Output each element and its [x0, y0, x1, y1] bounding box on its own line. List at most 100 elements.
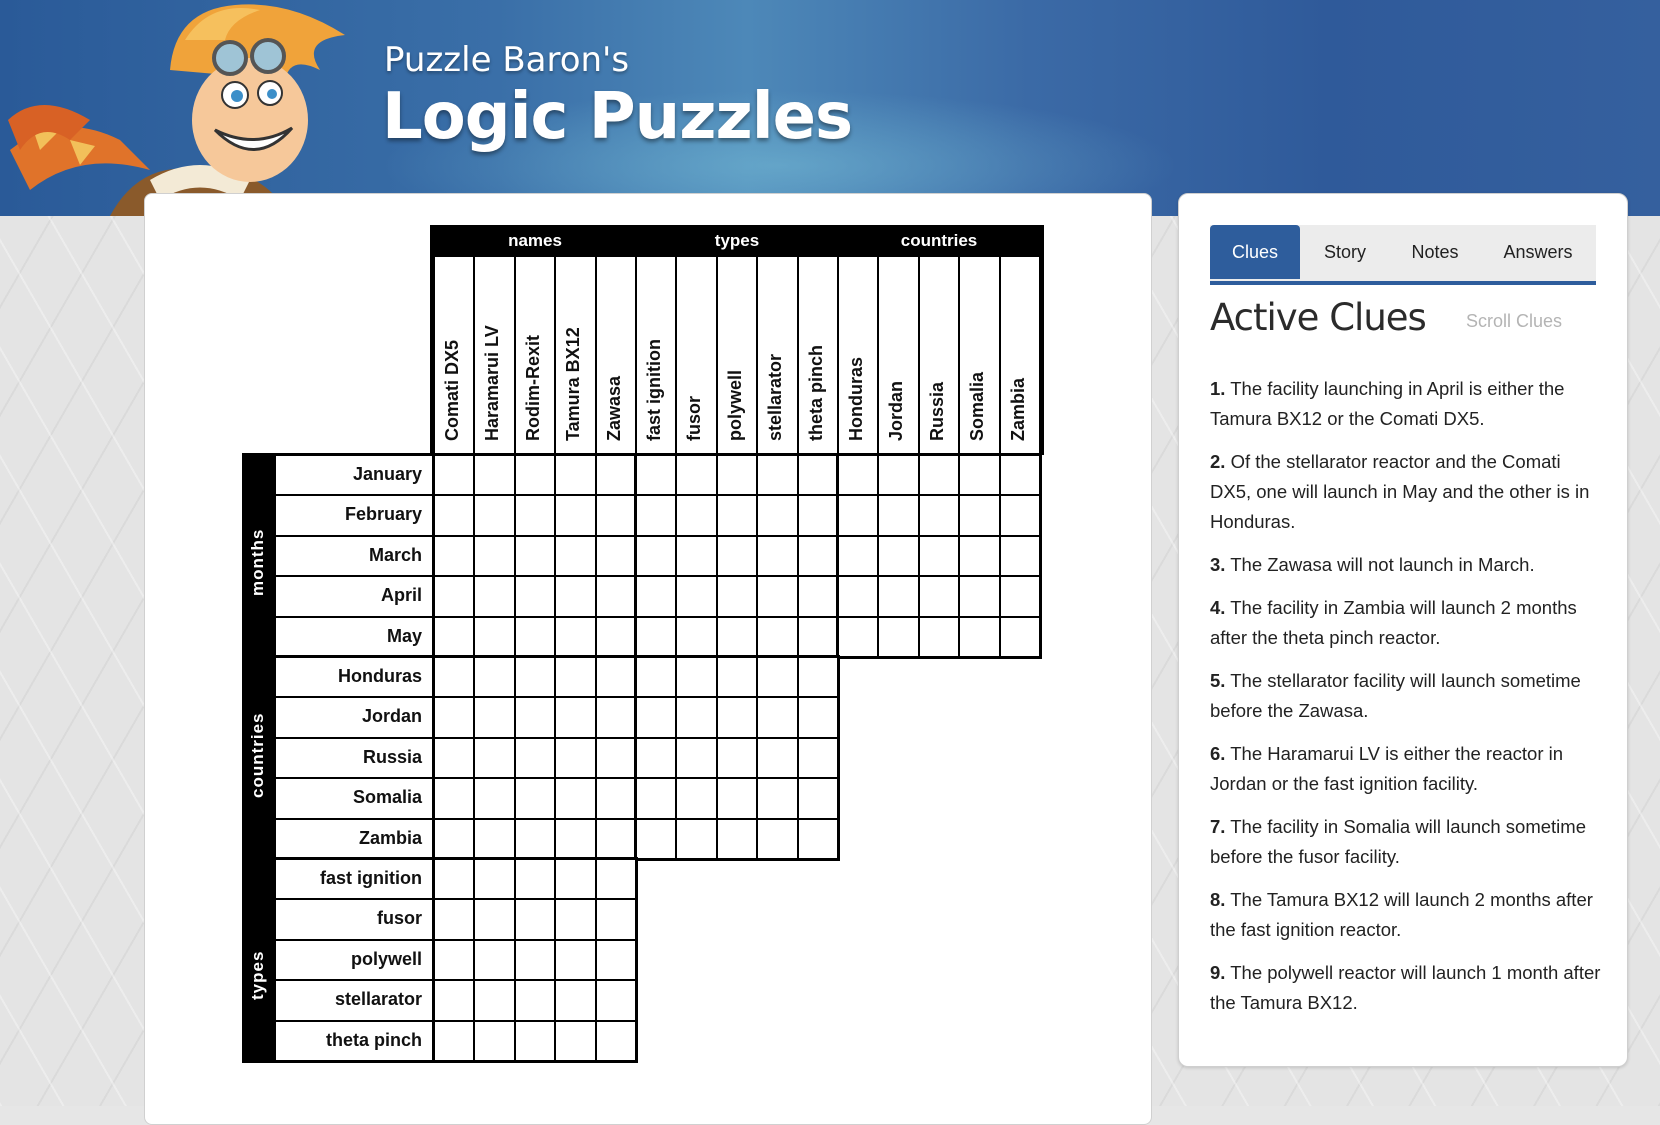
grid-cell[interactable]: [919, 617, 959, 656]
grid-cell[interactable]: [556, 536, 595, 576]
grid-cell[interactable]: [677, 779, 716, 818]
grid-cell[interactable]: [919, 456, 959, 495]
grid-cell[interactable]: [798, 658, 837, 697]
grid-cell[interactable]: [515, 981, 555, 1020]
grid-cell[interactable]: [717, 536, 757, 576]
grid-cell[interactable]: [475, 456, 514, 495]
grid-cell[interactable]: [1000, 496, 1039, 535]
grid-cell[interactable]: [717, 698, 757, 737]
grid-cell[interactable]: [1000, 456, 1039, 495]
grid-cell[interactable]: [960, 577, 999, 616]
grid-cell[interactable]: [596, 496, 635, 535]
grid-cell[interactable]: [637, 536, 676, 576]
grid-cell[interactable]: [556, 860, 595, 899]
grid-cell[interactable]: [798, 698, 837, 737]
grid-cell[interactable]: [839, 536, 878, 576]
grid-cell[interactable]: [556, 456, 595, 495]
grid-cell[interactable]: [637, 456, 676, 495]
grid-cell[interactable]: [596, 536, 635, 576]
grid-cell[interactable]: [515, 698, 555, 737]
grid-cell[interactable]: [435, 658, 474, 697]
grid-cell[interactable]: [475, 940, 514, 980]
grid-cell[interactable]: [758, 496, 797, 535]
grid-cell[interactable]: [435, 819, 474, 858]
tab-notes[interactable]: Notes: [1390, 225, 1480, 279]
grid-cell[interactable]: [515, 819, 555, 858]
clue-item[interactable]: 4. The facility in Zambia will launch 2 …: [1210, 593, 1602, 653]
grid-cell[interactable]: [798, 577, 837, 616]
grid-cell[interactable]: [435, 779, 474, 818]
clue-item[interactable]: 7. The facility in Somalia will launch s…: [1210, 812, 1602, 872]
grid-cell[interactable]: [879, 577, 918, 616]
grid-cell[interactable]: [556, 496, 595, 535]
grid-cell[interactable]: [637, 658, 676, 697]
grid-cell[interactable]: [677, 698, 716, 737]
grid-cell[interactable]: [758, 779, 797, 818]
clue-item[interactable]: 5. The stellarator facility will launch …: [1210, 666, 1602, 726]
grid-cell[interactable]: [677, 738, 716, 778]
grid-cell[interactable]: [515, 900, 555, 939]
grid-cell[interactable]: [919, 496, 959, 535]
grid-cell[interactable]: [717, 738, 757, 778]
grid-cell[interactable]: [677, 617, 716, 656]
grid-cell[interactable]: [556, 658, 595, 697]
grid-cell[interactable]: [475, 658, 514, 697]
grid-cell[interactable]: [758, 658, 797, 697]
grid-cell[interactable]: [677, 658, 716, 697]
grid-cell[interactable]: [798, 456, 837, 495]
clue-item[interactable]: 3. The Zawasa will not launch in March.: [1210, 550, 1602, 580]
grid-cell[interactable]: [515, 456, 555, 495]
grid-cell[interactable]: [637, 698, 676, 737]
scroll-clues-link[interactable]: Scroll Clues: [1466, 311, 1562, 332]
grid-cell[interactable]: [677, 496, 716, 535]
grid-cell[interactable]: [435, 698, 474, 737]
grid-cell[interactable]: [879, 496, 918, 535]
grid-cell[interactable]: [839, 456, 878, 495]
grid-cell[interactable]: [556, 779, 595, 818]
grid-cell[interactable]: [839, 617, 878, 656]
grid-cell[interactable]: [596, 658, 635, 697]
grid-cell[interactable]: [1000, 617, 1039, 656]
grid-cell[interactable]: [1000, 577, 1039, 616]
grid-cell[interactable]: [435, 860, 474, 899]
grid-cell[interactable]: [677, 456, 716, 495]
grid-cell[interactable]: [637, 617, 676, 656]
grid-cell[interactable]: [515, 658, 555, 697]
grid-cell[interactable]: [919, 536, 959, 576]
grid-cell[interactable]: [758, 536, 797, 576]
grid-cell[interactable]: [637, 496, 676, 535]
grid-cell[interactable]: [435, 1021, 474, 1060]
grid-cell[interactable]: [435, 940, 474, 980]
grid-cell[interactable]: [1000, 536, 1039, 576]
grid-cell[interactable]: [435, 617, 474, 656]
grid-cell[interactable]: [596, 1021, 635, 1060]
grid-cell[interactable]: [475, 981, 514, 1020]
grid-cell[interactable]: [435, 738, 474, 778]
grid-cell[interactable]: [556, 698, 595, 737]
grid-cell[interactable]: [475, 496, 514, 535]
grid-cell[interactable]: [475, 577, 514, 616]
grid-cell[interactable]: [475, 1021, 514, 1060]
grid-cell[interactable]: [677, 577, 716, 616]
grid-cell[interactable]: [596, 860, 635, 899]
grid-cell[interactable]: [475, 860, 514, 899]
grid-cell[interactable]: [758, 738, 797, 778]
grid-cell[interactable]: [798, 819, 837, 858]
grid-cell[interactable]: [596, 456, 635, 495]
grid-cell[interactable]: [839, 577, 878, 616]
grid-cell[interactable]: [515, 536, 555, 576]
grid-cell[interactable]: [556, 577, 595, 616]
grid-cell[interactable]: [475, 617, 514, 656]
grid-cell[interactable]: [677, 819, 716, 858]
tab-clues[interactable]: Clues: [1210, 225, 1300, 279]
grid-cell[interactable]: [596, 738, 635, 778]
tab-story[interactable]: Story: [1300, 225, 1390, 279]
grid-cell[interactable]: [435, 577, 474, 616]
grid-cell[interactable]: [637, 738, 676, 778]
grid-cell[interactable]: [596, 900, 635, 939]
grid-cell[interactable]: [515, 738, 555, 778]
grid-cell[interactable]: [717, 496, 757, 535]
grid-cell[interactable]: [717, 819, 757, 858]
grid-cell[interactable]: [879, 536, 918, 576]
grid-cell[interactable]: [798, 779, 837, 818]
